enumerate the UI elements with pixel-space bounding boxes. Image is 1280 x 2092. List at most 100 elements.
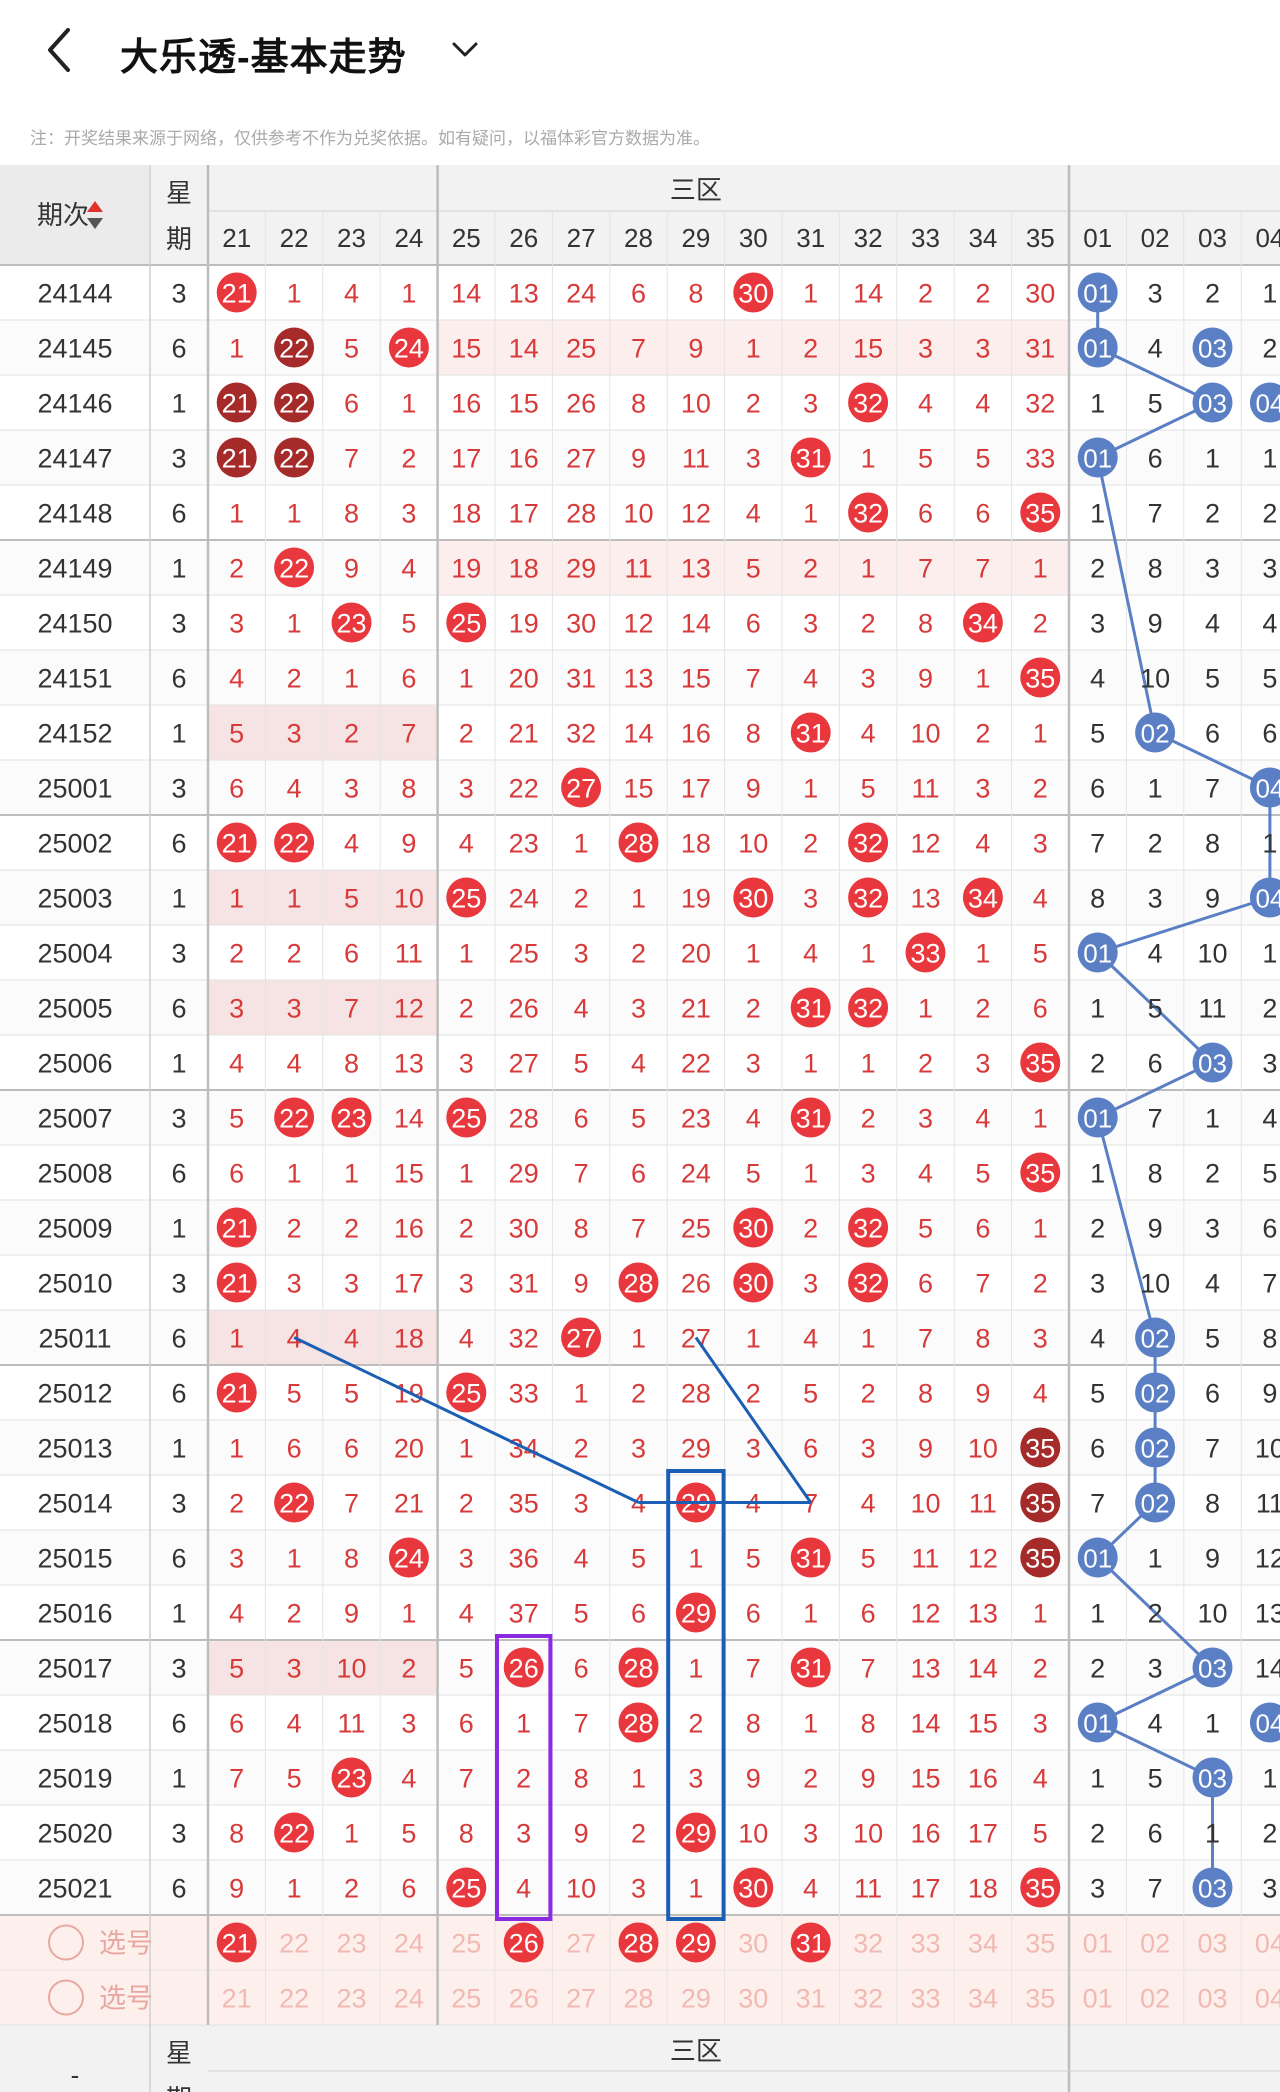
- miss-count: 8: [344, 1544, 359, 1574]
- back-miss-count: 9: [1148, 1214, 1163, 1244]
- miss-count: 4: [401, 554, 416, 584]
- miss-count: 5: [918, 444, 933, 474]
- select-label: 选号: [99, 1929, 153, 1959]
- hit-number: 35: [1025, 1544, 1055, 1574]
- miss-count: 1: [229, 1324, 244, 1354]
- miss-count: 4: [746, 1104, 761, 1134]
- miss-count: 1: [746, 334, 761, 364]
- hit-number: 21: [222, 829, 252, 859]
- miss-count: 10: [968, 1434, 998, 1464]
- back-hit-number: 02: [1141, 1379, 1170, 1409]
- back-miss-count: 1: [1262, 1764, 1277, 1794]
- back-miss-count: 8: [1205, 1489, 1220, 1519]
- week-cell: 3: [171, 1819, 186, 1849]
- back-miss-count: 3: [1090, 609, 1105, 639]
- miss-count: 1: [1033, 554, 1048, 584]
- back-hit-number: 02: [1141, 1434, 1170, 1464]
- miss-count: 3: [459, 774, 474, 804]
- miss-count: 7: [344, 444, 359, 474]
- miss-count: 21: [509, 719, 539, 749]
- back-miss-count: 9: [1262, 1379, 1277, 1409]
- hit-number: 21: [222, 389, 252, 419]
- miss-count: 1: [401, 389, 416, 419]
- select-number: 34: [968, 1929, 998, 1959]
- miss-count: 4: [861, 719, 876, 749]
- miss-count: 25: [509, 939, 539, 969]
- miss-count: 7: [631, 1214, 646, 1244]
- miss-count: 37: [509, 1599, 539, 1629]
- chevron-down-icon[interactable]: [448, 32, 482, 66]
- miss-count: 10: [738, 829, 768, 859]
- miss-count: 25: [681, 1214, 711, 1244]
- period-cell: 24152: [37, 719, 112, 749]
- week-cell: 1: [171, 1214, 186, 1244]
- back-miss-count: 5: [1262, 1159, 1277, 1189]
- back-miss-count: 2: [1090, 1654, 1105, 1684]
- hit-number: 34: [968, 609, 998, 639]
- miss-count: 19: [681, 884, 711, 914]
- miss-count: 6: [803, 1434, 818, 1464]
- trend-chart[interactable]: 期次星期三区 21 22 23 24 25 26 27 28 29 30 31 32 33 34 35 01 02…: [0, 165, 1280, 2092]
- miss-count: 1: [803, 279, 818, 309]
- miss-count: 2: [1033, 1654, 1048, 1684]
- miss-count: 6: [746, 1599, 761, 1629]
- miss-count: 9: [229, 1874, 244, 1904]
- column-header: 27: [567, 223, 596, 253]
- hit-number: 30: [738, 1269, 768, 1299]
- miss-count: 14: [394, 1104, 424, 1134]
- week-cell: 6: [171, 664, 186, 694]
- miss-count: 2: [803, 1764, 818, 1794]
- miss-count: 1: [861, 444, 876, 474]
- miss-count: 3: [516, 1819, 531, 1849]
- miss-count: 1: [688, 1874, 703, 1904]
- back-miss-count: 3: [1090, 1874, 1105, 1904]
- back-miss-count: 9: [1205, 884, 1220, 914]
- miss-count: 3: [975, 334, 990, 364]
- hit-number: 24: [394, 334, 424, 364]
- page-title[interactable]: 大乐透-基本走势: [120, 26, 407, 81]
- miss-count: 26: [681, 1269, 711, 1299]
- hit-number: 22: [279, 829, 309, 859]
- column-header: 04: [1255, 223, 1280, 253]
- miss-count: 5: [631, 1104, 646, 1134]
- miss-count: 1: [344, 1159, 359, 1189]
- miss-count: 1: [574, 829, 589, 859]
- hit-number: 35: [1025, 1434, 1055, 1464]
- miss-count: 3: [401, 1709, 416, 1739]
- miss-count: 16: [681, 719, 711, 749]
- back-miss-count: 1: [1262, 829, 1277, 859]
- miss-count: 12: [394, 994, 424, 1024]
- back-miss-count: 6: [1262, 719, 1277, 749]
- miss-count: 32: [509, 1324, 539, 1354]
- miss-count: 10: [738, 1819, 768, 1849]
- back-hit-number: 01: [1083, 1544, 1112, 1574]
- period-cell: 25009: [37, 1214, 112, 1244]
- period-cell: 25019: [37, 1764, 112, 1794]
- picked-number: 29: [681, 1929, 711, 1959]
- select-number: 25: [451, 1929, 481, 1959]
- miss-count: 1: [746, 939, 761, 969]
- hit-number: 23: [336, 1104, 366, 1134]
- back-miss-count: 7: [1090, 1489, 1105, 1519]
- miss-count: 1: [1033, 1104, 1048, 1134]
- back-miss-count: 4: [1090, 1324, 1105, 1354]
- miss-count: 16: [968, 1764, 998, 1794]
- miss-count: 17: [681, 774, 711, 804]
- miss-count: 1: [287, 1544, 302, 1574]
- week-cell: 1: [171, 1764, 186, 1794]
- miss-count: 22: [681, 1049, 711, 1079]
- miss-count: 6: [631, 1599, 646, 1629]
- select-number: 04: [1255, 1929, 1280, 1959]
- miss-count: 3: [631, 994, 646, 1024]
- hit-number: 33: [910, 939, 940, 969]
- miss-count: 6: [459, 1709, 474, 1739]
- miss-count: 3: [1033, 1324, 1048, 1354]
- back-miss-count: 2: [1205, 1159, 1220, 1189]
- back-chevron-icon[interactable]: [40, 22, 80, 78]
- miss-count: 2: [803, 554, 818, 584]
- back-miss-count: 1: [1090, 1159, 1105, 1189]
- miss-count: 4: [918, 389, 933, 419]
- select-label: 选号: [99, 1984, 153, 2014]
- miss-count: 4: [975, 389, 990, 419]
- miss-count: 2: [861, 1379, 876, 1409]
